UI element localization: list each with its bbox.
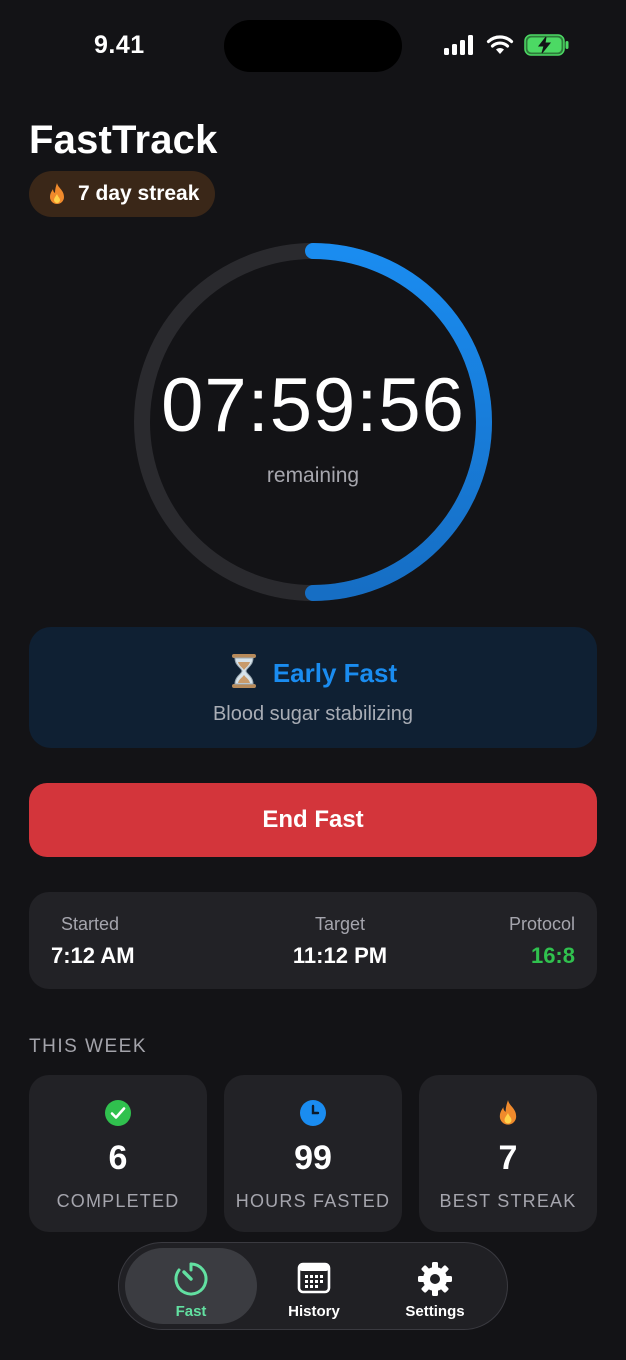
stat-value: 6 <box>108 1139 128 1177</box>
protocol-info: Protocol 16:8 <box>509 914 575 969</box>
dynamic-island <box>224 20 402 72</box>
stat-label: COMPLETED <box>56 1191 180 1211</box>
signal-icon <box>444 35 473 55</box>
progress-ring: 07:59:56 remaining <box>133 242 493 602</box>
protocol-value: 16:8 <box>530 943 575 968</box>
end-fast-button[interactable]: End Fast <box>29 783 597 857</box>
status-icons <box>444 34 570 56</box>
hourglass-icon <box>229 653 259 694</box>
app-title: FastTrack <box>29 118 218 162</box>
started-value: 7:12 AM <box>51 943 135 968</box>
tab-label: Fast <box>175 1303 207 1320</box>
phase-card: Early Fast Blood sugar stabilizing <box>29 627 597 748</box>
phase-description: Blood sugar stabilizing <box>212 703 414 725</box>
tab-fast[interactable]: Fast <box>125 1248 257 1324</box>
stat-label: BEST STREAK <box>439 1191 577 1211</box>
wifi-icon <box>486 35 514 54</box>
streak-label: 7 day streak <box>78 182 200 205</box>
stat-card-streak: 7 BEST STREAK <box>419 1075 597 1232</box>
phase-name: Early Fast <box>272 658 398 688</box>
tab-bar: Fast History Settings <box>118 1242 508 1330</box>
timer-display: 07:59:56 <box>161 363 465 448</box>
stat-value: 7 <box>498 1139 518 1177</box>
stat-card-hours: 99 HOURS FASTED <box>224 1075 402 1232</box>
check-circle-icon <box>105 1100 131 1126</box>
streak-badge: 7 day streak <box>29 171 215 217</box>
stat-value: 99 <box>294 1139 332 1177</box>
target-label: Target <box>314 914 366 934</box>
clock-icon <box>300 1100 326 1126</box>
started-info: Started 7:12 AM <box>51 914 135 969</box>
gear-icon <box>418 1262 452 1296</box>
fast-info-card: Started 7:12 AM Target 11:12 PM Protocol… <box>29 892 597 989</box>
stat-card-completed: 6 COMPLETED <box>29 1075 207 1232</box>
tab-label: History <box>288 1303 340 1320</box>
timer-icon <box>174 1262 208 1296</box>
started-label: Started <box>61 914 120 934</box>
tab-settings[interactable]: Settings <box>369 1248 501 1324</box>
stat-label: HOURS FASTED <box>235 1191 391 1211</box>
flame-icon <box>499 1100 517 1125</box>
flame-icon <box>50 183 64 204</box>
target-value: 11:12 PM <box>292 943 388 968</box>
tab-label: Settings <box>405 1303 465 1320</box>
week-heading: THIS WEEK <box>29 1036 148 1057</box>
tab-history[interactable]: History <box>248 1248 380 1324</box>
calendar-icon <box>297 1262 331 1294</box>
status-time: 9.41 <box>94 31 145 59</box>
protocol-label: Protocol <box>508 914 575 934</box>
timer-caption: remaining <box>266 464 360 487</box>
target-info: Target 11:12 PM <box>275 914 405 969</box>
battery-icon <box>524 34 569 56</box>
